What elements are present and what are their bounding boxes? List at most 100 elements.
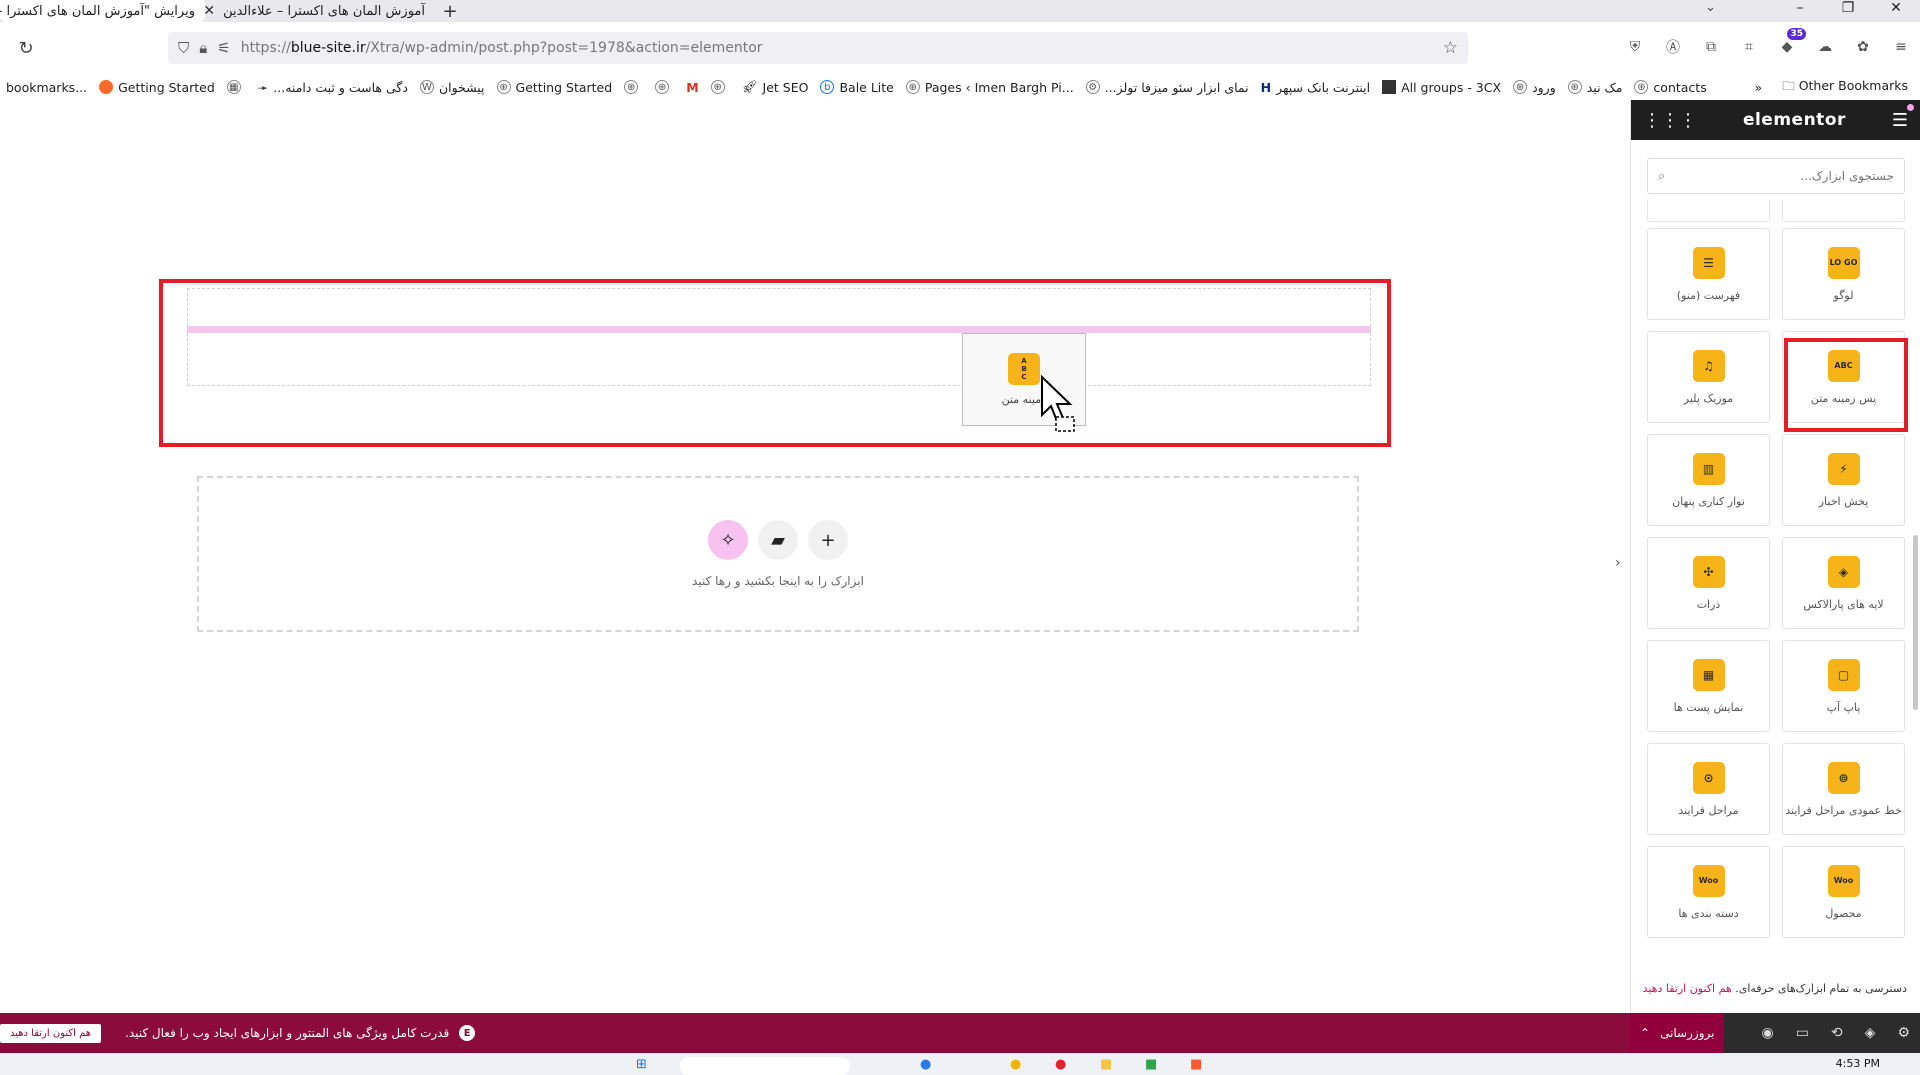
close-window-icon[interactable]: ✕ [1872,0,1920,22]
windows-start-icon[interactable]: ⊞ [636,1057,647,1072]
widget-search[interactable]: ⌕ [1647,158,1905,194]
url-bar[interactable]: ⛉ 🔒︎ ⚟ https://blue-site.ir/Xtra/wp-admi… [168,32,1468,64]
eye-icon[interactable]: ◉ [1761,1025,1773,1041]
notice-upgrade-button[interactable]: هم اکنون ارتقا دهید [0,1023,102,1043]
widget-tile[interactable]: Woo دسته بندی ها [1647,846,1770,938]
bookmark-item[interactable]: 🚀︎ Jet SEO [736,79,815,95]
sidebar-icon: ▥ [1692,452,1725,485]
bookmark-item[interactable]: All groups - 3CX [1376,80,1507,95]
bookmark-item[interactable]: ⊕ ورود [1507,80,1562,95]
chevron-down-icon[interactable]: ⌄ [1705,0,1716,15]
widget-tile[interactable]: ▢ پاپ آپ [1782,640,1905,732]
process-steps-icon: ⊙ [1692,761,1725,794]
widget-tile[interactable]: LO GO لوگو [1782,228,1905,320]
bookmark-item[interactable]: ⊕ Pages ‹ Imen Bargh Pi... [900,80,1080,95]
bookmark-item[interactable]: W پیشخوان [414,80,491,95]
app-icon[interactable]: ■ [1145,1057,1157,1072]
other-bookmarks[interactable]: 🗀︎ Other Bookmarks [1782,77,1908,98]
widget-tile[interactable]: ◈ لایه های پارالاکس [1782,537,1905,629]
bookmark-item[interactable]: bookmarks... [0,80,93,95]
bookmark-label: Bale Lite [839,79,894,95]
widget-label: پاپ آپ [1826,700,1861,714]
tools-icon: ⚙ [1085,80,1100,94]
app-icon[interactable]: ● [1010,1057,1021,1072]
new-tab-button[interactable]: + [435,0,465,22]
bookmark-item[interactable]: Getting Started [93,80,221,95]
gear-icon[interactable]: ⚙ [1897,1025,1910,1041]
widget-tile[interactable]: ⊙ مراحل فرایند [1647,743,1770,835]
empty-section-placeholder[interactable]: ✧ ▰ + ابزارک را به اینجا بکشید و رها کنی… [197,476,1359,632]
popup-icon: ▢ [1827,658,1860,691]
bookmark-item[interactable]: ⊕ مک نید [1562,80,1629,95]
app-icon[interactable]: ● [920,1057,931,1072]
widget-label: پخش اخبار [1818,494,1869,508]
3cx-icon [1382,80,1397,94]
gear-extension-icon[interactable]: ✿ [1852,36,1874,58]
bookmark-item[interactable]: ➛ ...دگی هاست و ثبت دامنه [252,80,414,95]
bookmark-item[interactable]: H اینترنت بانک سپهر [1255,80,1376,95]
app-icon[interactable]: ■ [1190,1057,1202,1072]
taskbar-search[interactable] [680,1057,850,1075]
lock-icon[interactable]: 🔒︎ [199,39,207,57]
bookmark-item[interactable]: M [680,80,704,95]
pocket-icon[interactable]: ⛨ [1624,36,1646,58]
widget-tile[interactable]: ⊚ خط عمودی مراحل فرایند [1782,743,1905,835]
bookmark-star-icon[interactable]: ☆ [1443,38,1458,58]
os-taskbar: ⊞ ● ● ● ■ ■ ■ 4:53 PM [0,1053,1920,1075]
vpn-extension-icon[interactable]: ◆ 35 [1776,28,1806,58]
history-icon[interactable]: ⟲ [1831,1025,1843,1041]
template-folder-button[interactable]: ▰ [758,520,798,560]
bookmark-item[interactable]: ⚙ ...نمای ابزار سئو میزفا تولز [1080,80,1255,95]
widget-tile[interactable]: ✣ ذرات [1647,537,1770,629]
hamburger-menu-icon[interactable]: ☰ [1892,103,1914,131]
editor-canvas[interactable]: ABC زمینه متن ✧ ▰ + ابزارک را به اینجا ب… [0,100,1630,1013]
add-section-button[interactable]: + [808,520,848,560]
menu-cursor-icon: ☰ [1692,246,1725,279]
panel-footer: ⚙ ◈ ⟲ ▭ ◉ بروزرسانی ⌃ [1630,1013,1920,1053]
widget-tile[interactable]: ▥ نوار کناری پنهان [1647,434,1770,526]
bookmark-item[interactable]: ⊕ Getting Started [491,80,619,95]
chevron-up-icon[interactable]: ⌃ [1640,1026,1650,1040]
apps-grid-icon[interactable]: ⋮⋮⋮ [1643,110,1697,131]
bookmark-item[interactable]: ⊕ [649,80,680,94]
bookmark-item[interactable]: b Bale Lite [814,80,899,95]
search-icon[interactable]: ⌕ [1658,169,1665,184]
url-text[interactable]: https://blue-site.ir/Xtra/wp-admin/post.… [241,40,763,56]
update-button[interactable]: بروزرسانی ⌃ [1630,1013,1725,1053]
app-icon[interactable]: ● [1055,1057,1066,1072]
reload-icon[interactable]: ↻ [8,30,44,66]
ai-sparkle-button[interactable]: ✧ [708,520,748,560]
widget-tile[interactable]: ⚡ پخش اخبار [1782,434,1905,526]
widget-tile[interactable]: ♫ موزیک پلیر [1647,331,1770,423]
folder-icon[interactable]: ■ [1100,1057,1112,1072]
tab-site[interactable]: آموزش المان های اکسترا – علاءالدین ✕ [203,0,435,22]
permissions-icon[interactable]: ⚟ [217,39,230,57]
responsive-icon[interactable]: ▭ [1796,1025,1809,1041]
widget-search-input[interactable] [1694,169,1894,183]
widget-tile[interactable]: Woo محصول [1782,846,1905,938]
maximize-icon[interactable]: ❐ [1824,0,1872,22]
panel-scrollbar[interactable] [1913,535,1918,710]
crop-icon[interactable]: ⌗ [1738,36,1760,58]
pro-upgrade-link[interactable]: هم اکنون ارتقا دهید [1643,982,1732,995]
chevron-double-right-icon[interactable]: » [1755,80,1763,95]
bookmark-item[interactable]: ⊕ [618,80,649,94]
cloud-icon[interactable]: ☁ [1814,36,1836,58]
account-icon[interactable]: Ⓐ [1662,36,1684,58]
chevron-right-icon[interactable]: › [1615,555,1621,571]
shield-icon[interactable]: ⛉ [178,39,189,57]
close-icon[interactable]: ✕ [203,3,215,19]
url-path: /Xtra/wp-admin/post.php?post=1978&action… [365,40,763,56]
bookmark-item[interactable]: ⊕ [705,80,736,94]
panel-header: ⋮⋮⋮ elementor ☰ [1631,100,1920,140]
layers-icon[interactable]: ◈ [1865,1025,1876,1041]
bookmark-label: ...نمای ابزار سئو میزفا تولز [1104,79,1249,95]
widget-tile[interactable]: ▦ نمایش پست ها [1647,640,1770,732]
minimize-icon[interactable]: – [1776,0,1824,22]
tab-editor[interactable]: ویرایش "آموزش المان های اکسترا - ✕ [0,0,205,22]
widget-tile[interactable]: ☰ فهرست (منو) [1647,228,1770,320]
bookmark-item[interactable]: ▦ [221,80,252,94]
bookmark-item[interactable]: ⊕ contacts [1628,80,1712,95]
extensions-icon[interactable]: ⧉ [1700,36,1722,58]
menu-icon[interactable]: ≡ [1890,36,1912,58]
